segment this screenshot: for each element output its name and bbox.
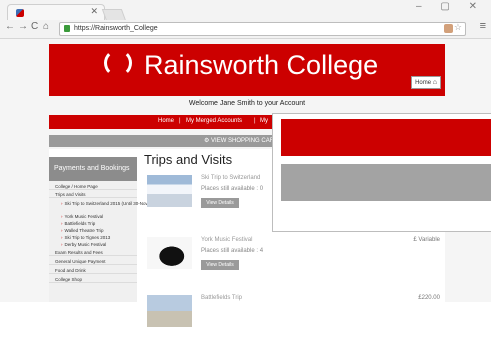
home-button[interactable]: Home ⌂ (411, 76, 441, 89)
view-details-button[interactable]: View Details (201, 260, 239, 270)
favicon-icon (16, 9, 24, 17)
address-bar[interactable]: https://Rainsworth_College ☆ (59, 22, 466, 36)
menu-home[interactable]: Home (158, 118, 174, 124)
sidebar-subitem[interactable]: › Ski Trip to Switzerland 2015 (Until 30-… (61, 201, 149, 206)
trip-places: Places still available : 0 (201, 186, 264, 192)
trip-name[interactable]: Battlefields Trip (201, 295, 242, 301)
browser-menu-icon[interactable]: ≡ (480, 20, 486, 32)
trip-thumbnail[interactable] (147, 237, 192, 269)
view-cart-link[interactable]: ⚙ VIEW SHOPPING CART (204, 137, 278, 144)
sidebar-item-exams[interactable]: Exam Results and Fees (49, 250, 137, 256)
menu-my[interactable]: My (260, 118, 268, 124)
bookmark-star-icon[interactable]: ☆ (454, 22, 462, 33)
college-logo-icon (104, 49, 132, 77)
overlay-grey-band (281, 164, 491, 201)
trip-card: Battlefields Trip £220.00 (144, 291, 444, 345)
trip-price: £ Variable (413, 237, 440, 243)
trip-name[interactable]: York Music Festival (201, 237, 252, 243)
trip-thumbnail[interactable] (147, 295, 192, 327)
sidebar-item-shop[interactable]: College Shop (49, 277, 137, 283)
trip-card: York Music Festival Places still availab… (144, 233, 444, 287)
sidebar-item-food[interactable]: Food and Drink (49, 268, 137, 274)
site-header: Rainsworth College Home ⌂ (49, 44, 445, 96)
sidebar-subitem[interactable]: › York Music Festival (61, 214, 103, 219)
overlay-red-band (281, 119, 491, 156)
trip-name[interactable]: Ski Trip to Switzerland (201, 175, 260, 181)
sidebar: Payments and Bookings College / Home Pag… (49, 157, 149, 302)
menu-merged-accounts[interactable]: My Merged Accounts (186, 118, 242, 124)
close-tab-icon[interactable]: ✕ (90, 6, 98, 17)
sidebar-subitem[interactable]: › Walled Theatre Trip (61, 228, 104, 233)
house-icon: ⌂ (432, 79, 437, 86)
lock-icon (64, 25, 70, 32)
sidebar-item-trips[interactable]: Trips and Visits (49, 192, 137, 198)
sidebar-item-payment[interactable]: General Unique Payment (49, 259, 137, 265)
page-title: Trips and Visits (144, 152, 233, 167)
browser-toolbar: ← → C ⌂ https://Rainsworth_College ☆ ≡ (0, 20, 491, 39)
extension-icon[interactable] (444, 24, 453, 33)
sidebar-subitem[interactable]: › Ski Trip to Tignes 2013 (61, 235, 110, 240)
browser-titlebar: ✕ – ▢ ✕ (0, 0, 491, 21)
welcome-message: Welcome Jane Smith to your Account (188, 100, 306, 107)
sidebar-subitem[interactable]: › Battlefields Trip (61, 221, 95, 226)
brand-logo[interactable]: Rainsworth College (104, 49, 378, 81)
menu-separator: | (179, 118, 181, 124)
brand-name: Rainsworth College (144, 50, 379, 80)
back-icon[interactable]: ← (5, 21, 15, 32)
menu-separator: | (254, 118, 256, 124)
trip-places: Places still available : 4 (201, 248, 264, 254)
trip-price: £220.00 (418, 295, 440, 301)
window-controls[interactable]: – ▢ ✕ (416, 1, 485, 12)
sidebar-heading: Payments and Bookings (49, 157, 137, 181)
sidebar-item-home[interactable]: College / Home Page (49, 184, 137, 190)
url-text: https://Rainsworth_College (74, 25, 158, 32)
browser-tab[interactable]: ✕ (7, 4, 105, 21)
home-icon[interactable]: ⌂ (43, 21, 49, 32)
dropdown-overlay (272, 113, 491, 232)
view-details-button[interactable]: View Details (201, 198, 239, 208)
view-cart-label: VIEW SHOPPING CART (211, 138, 278, 144)
sidebar-subitem[interactable]: › Derby Music Festival (61, 242, 106, 247)
forward-icon[interactable]: → (18, 21, 28, 32)
home-button-label: Home (415, 80, 432, 86)
reload-icon[interactable]: C (31, 21, 38, 32)
trip-thumbnail[interactable] (147, 175, 192, 207)
